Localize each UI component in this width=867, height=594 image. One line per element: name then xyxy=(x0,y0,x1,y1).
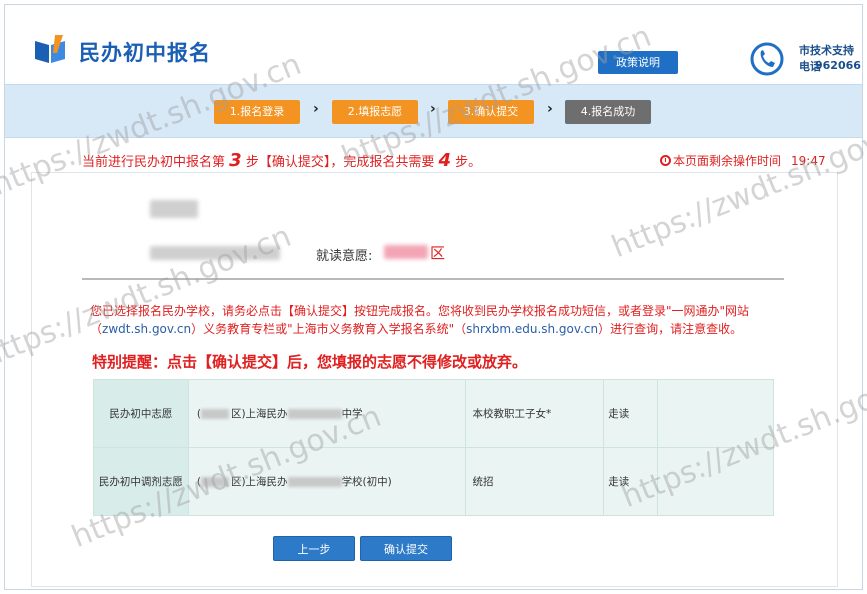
zwdt-link[interactable]: zwdt.sh.gov.cn xyxy=(102,322,191,336)
choices-table: 民办初中志愿 (区)上海民办 中学 本校教职工子女* 走读 民办初中调剂志愿 (区… xyxy=(93,379,774,516)
progress-suffix: 步。 xyxy=(455,155,482,170)
school-name-redacted xyxy=(287,409,342,419)
policy-button[interactable]: 政策说明 xyxy=(598,51,678,74)
boarding-mode: 走读 xyxy=(603,379,659,448)
school-suffix: 中学 xyxy=(341,408,363,420)
row-header: 民办初中志愿 xyxy=(93,379,189,448)
warning-text: 特别提醒：点击【确认提交】后，您填报的志愿不得修改或放弃。 xyxy=(92,353,528,371)
table-row: 民办初中志愿 (区)上海民办 中学 本校教职工子女* 走读 xyxy=(93,379,774,448)
student-name-redacted xyxy=(150,200,198,218)
school-mid: 区)上海民办 xyxy=(230,408,288,420)
table-row: 民办初中调剂志愿 (区)上海民办 学校(初中) 统招 走读 xyxy=(93,447,774,516)
intent-suffix: 区 xyxy=(430,244,446,262)
student-id-redacted xyxy=(150,246,280,260)
district-redacted xyxy=(200,409,229,419)
row-header: 民办初中调剂志愿 xyxy=(93,447,189,516)
app-title: 民办初中报名 xyxy=(79,41,211,65)
school-mid: 区)上海民办 xyxy=(230,476,288,488)
timer-label: 本页面剩余操作时间 xyxy=(673,154,782,168)
notice-p3: ）进行查询，请注意查收。 xyxy=(598,322,743,336)
progress-text: 当前进行民办初中报名第 3 步【确认提交】，完成报名共需要 4 步。 xyxy=(82,150,481,171)
step-fill: 2.填报志愿 xyxy=(332,100,418,124)
timer-value: 19:47 xyxy=(791,154,826,168)
step-success: 4.报名成功 xyxy=(565,100,651,124)
school-suffix: 学校(初中) xyxy=(341,476,392,488)
total-steps: 4 xyxy=(438,150,452,171)
step-arrow-icon: › xyxy=(430,101,436,117)
current-step: 3 xyxy=(229,150,242,171)
admission-type: 统招 xyxy=(465,447,605,516)
school-cell: (区)上海民办 中学 xyxy=(187,379,467,448)
hotline-number: 962066 xyxy=(815,59,861,72)
notice-p2: ）义务教育专栏或"上海市义务教育入学报名系统"（ xyxy=(191,322,467,336)
admission-type: 本校教职工子女* xyxy=(465,379,605,448)
clock-icon xyxy=(660,155,671,166)
countdown-timer: 本页面剩余操作时间 19:47 xyxy=(660,152,826,169)
school-name-redacted xyxy=(287,477,342,487)
intent-district-redacted xyxy=(384,245,428,259)
steps-bar: 1.报名登录 › 2.填报志愿 › 3.确认提交 › 4.报名成功 xyxy=(5,84,862,138)
empty-cell xyxy=(657,447,774,516)
book-pencil-logo-icon xyxy=(35,35,65,63)
progress-middle: 步【确认提交】，完成报名共需要 xyxy=(245,155,435,170)
school-cell: (区)上海民办 学校(初中) xyxy=(187,447,467,516)
notice-text: 您已选择报名民办学校，请务必点击【确认提交】按钮完成报名。您将收到民办学校报名成… xyxy=(90,302,790,338)
empty-cell xyxy=(657,379,774,448)
step-arrow-icon: › xyxy=(313,101,319,117)
prev-step-button[interactable]: 上一步 xyxy=(273,536,355,561)
step-confirm: 3.确认提交 xyxy=(448,100,534,124)
progress-prefix: 当前进行民办初中报名第 xyxy=(82,155,226,170)
confirm-submit-button[interactable]: 确认提交 xyxy=(360,536,452,561)
header: 民办初中报名 政策说明 市技术支持电话 962066 xyxy=(5,5,862,83)
shrxbm-link[interactable]: shrxbm.edu.sh.gov.cn xyxy=(466,322,598,336)
step-arrow-icon: › xyxy=(547,101,553,117)
divider xyxy=(82,278,784,280)
phone-icon xyxy=(750,42,784,76)
intent-label: 就读意愿: xyxy=(316,249,373,264)
boarding-mode: 走读 xyxy=(603,447,659,516)
district-redacted xyxy=(200,477,229,487)
step-login: 1.报名登录 xyxy=(214,100,300,124)
